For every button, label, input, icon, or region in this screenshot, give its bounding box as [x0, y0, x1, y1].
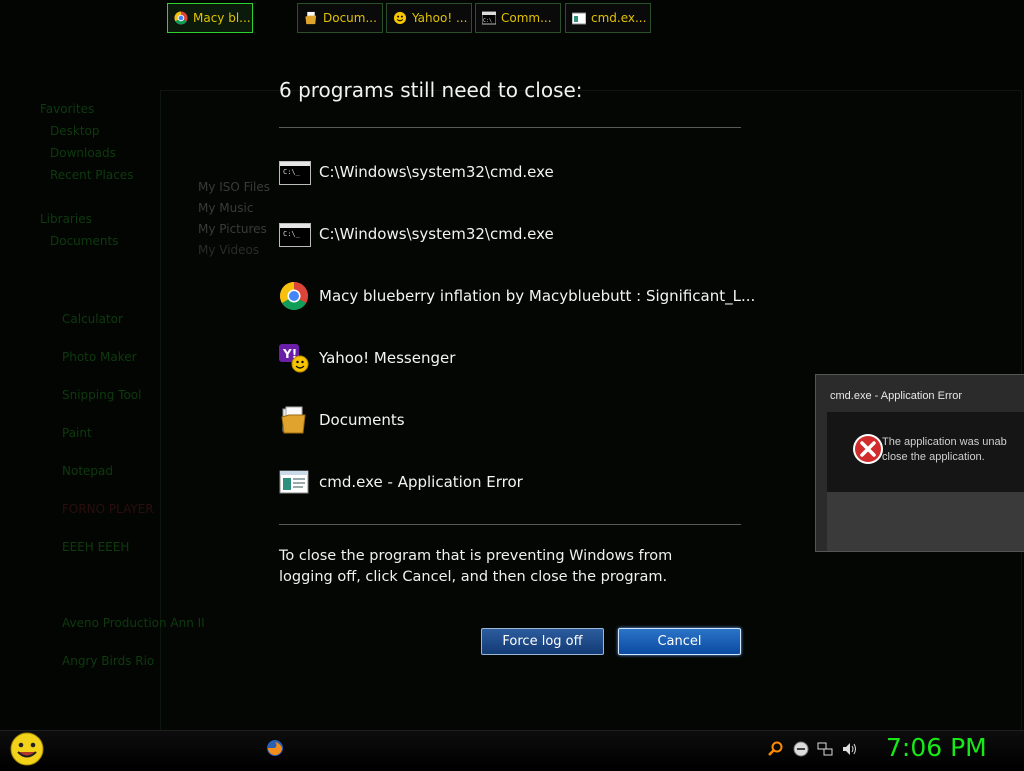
program-name: Macy blueberry inflation by Macybluebutt…	[319, 287, 756, 305]
yahoo-messenger-icon	[393, 11, 407, 25]
taskbar-button-label: cmd.ex...	[591, 11, 647, 25]
taskbar-button-command[interactable]: C:\ Comm...	[475, 3, 561, 33]
network-icon[interactable]	[817, 741, 833, 757]
taskbar-button-label: Yahoo! ...	[412, 11, 468, 25]
file-item: My Music	[198, 201, 254, 215]
start-item: FORNO PLAYER	[62, 502, 154, 516]
error-window-footer	[827, 492, 1024, 551]
chrome-icon	[174, 11, 188, 25]
program-item: Documents	[279, 405, 405, 435]
error-icon	[852, 433, 884, 465]
cmd-icon: C:\	[481, 11, 497, 25]
start-item: EEEH EEEH	[62, 540, 130, 554]
start-item: Notepad	[62, 464, 113, 478]
taskbar-button-label: Macy bl...	[193, 11, 251, 25]
minus-circle-icon[interactable]	[793, 741, 809, 757]
program-item: cmd.exe - Application Error	[279, 467, 523, 497]
taskbar-button-documents[interactable]: Docum...	[297, 3, 383, 33]
start-item: Paint	[62, 426, 92, 440]
nav-item: Recent Places	[50, 168, 134, 182]
taskbar-button-cmd-error[interactable]: cmd.ex...	[565, 3, 651, 33]
file-item: My Pictures	[198, 222, 267, 236]
program-item: Macy blueberry inflation by Macybluebutt…	[279, 281, 755, 311]
taskbar	[0, 730, 1024, 769]
application-window-icon	[279, 467, 309, 497]
cmd-icon: C:\_	[279, 219, 311, 249]
bottom-divider	[279, 524, 741, 525]
firefox-icon[interactable]	[266, 739, 284, 757]
cmd-icon: C:\_	[279, 157, 311, 187]
nav-item: Downloads	[50, 146, 116, 160]
search-icon[interactable]	[768, 741, 784, 757]
error-window-title: cmd.exe - Application Error	[830, 390, 963, 402]
nav-item: Desktop	[50, 124, 100, 138]
program-name: C:\Windows\system32\cmd.exe	[319, 225, 554, 243]
taskbar-button-chrome[interactable]: Macy bl...	[167, 3, 253, 33]
start-item: Angry Birds Rio	[62, 654, 155, 668]
cancel-button[interactable]: Cancel	[618, 628, 741, 655]
error-message-line: The application was unab	[882, 436, 1007, 448]
program-name: cmd.exe - Application Error	[319, 473, 523, 491]
application-error-window[interactable]: cmd.exe - Application Error The applicat…	[815, 374, 1024, 552]
taskbar-button-yahoo[interactable]: Yahoo! ...	[386, 3, 472, 33]
dialog-message: To close the program that is preventing …	[279, 548, 673, 585]
top-divider	[279, 127, 741, 128]
force-log-off-button[interactable]: Force log off	[481, 628, 604, 655]
yahoo-messenger-icon: Y!	[279, 343, 309, 373]
nav-item: Documents	[50, 234, 119, 248]
start-item: Snipping Tool	[62, 388, 142, 402]
program-name: C:\Windows\system32\cmd.exe	[319, 163, 554, 181]
nav-item: Libraries	[40, 212, 92, 226]
file-item: My Videos	[198, 243, 260, 257]
start-button[interactable]	[8, 731, 46, 767]
chrome-icon	[279, 281, 309, 311]
program-name: Documents	[319, 411, 405, 429]
start-item: Calculator	[62, 312, 123, 326]
dialog-title: 6 programs still need to close:	[279, 78, 583, 102]
error-message: The application was unab close the appli…	[882, 435, 1024, 465]
taskbar-clock[interactable]: 7:06 PM	[886, 733, 987, 762]
start-item: Photo Maker	[62, 350, 137, 364]
program-item: C:\_ C:\Windows\system32\cmd.exe	[279, 157, 554, 187]
file-item: My ISO Files	[198, 180, 271, 194]
taskbar-button-label: Comm...	[501, 11, 552, 25]
volume-icon[interactable]	[841, 741, 857, 757]
svg-text:C:\: C:\	[483, 18, 492, 24]
error-message-line: close the application.	[882, 451, 985, 463]
application-window-icon	[571, 11, 587, 25]
background-desktop: Favorites Desktop Downloads Recent Place…	[0, 0, 1024, 730]
documents-folder-icon	[279, 405, 309, 435]
program-item: C:\_ C:\Windows\system32\cmd.exe	[279, 219, 554, 249]
program-name: Yahoo! Messenger	[319, 349, 456, 367]
taskbar-button-label: Docum...	[323, 11, 377, 25]
program-item: Y! Yahoo! Messenger	[279, 343, 455, 373]
nav-item: Favorites	[40, 102, 95, 116]
start-item: Aveno Production Ann II	[62, 616, 205, 630]
documents-folder-icon	[304, 11, 318, 25]
